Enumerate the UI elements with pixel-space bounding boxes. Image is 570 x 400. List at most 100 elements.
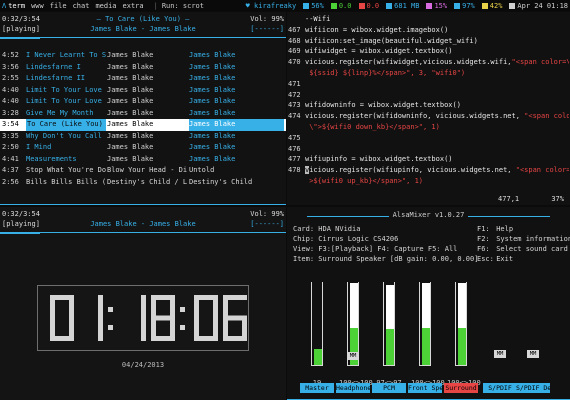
now-playing-row: 0:32/3:54 — To Care (Like You) — Vol: 99… <box>0 15 286 25</box>
playlist-row[interactable]: 2:56Bills Bills Bills (RefDestiny's Chil… <box>0 177 286 189</box>
channel-label[interactable]: Master <box>300 383 334 393</box>
playlist-row[interactable]: 3:35 Why Don't You Call Me James Blake Jame… <box>0 131 286 143</box>
playlist-row[interactable]: 4:40 Limit To Your Love James Blake James B… <box>0 96 286 108</box>
mute-indicator[interactable]: MM <box>494 350 506 358</box>
code-editor-pane[interactable]: --Wifi 467 wifiicon = wibox.widget.imagebo… <box>287 12 570 205</box>
code-line[interactable]: 469 wifiwidget = wibox.widget.textbox() <box>288 46 569 57</box>
track-name: Limit To Your Love <box>26 97 102 105</box>
playlist-row[interactable]: 2:50 I Mind James Blake James Blake <box>0 142 286 154</box>
channel-slider[interactable]: 19 <box>311 282 323 387</box>
playlist-row[interactable]: 2:55 Lindesfarne II James Blake James Blake <box>0 73 286 85</box>
code-token: ${ssid} ${linp}%</span>", 3, "wifi0") <box>305 68 466 77</box>
mixer-info-label: Chip: <box>293 235 315 243</box>
mixer-info-label: View: <box>293 245 315 253</box>
indicator-icon <box>454 2 461 9</box>
channel-label[interactable]: Front Spe <box>408 383 442 393</box>
line-number: 467 <box>288 25 301 34</box>
code-line[interactable]: 468 wifiicon:set_image(beautiful.widget_w… <box>288 36 569 47</box>
tag-media[interactable]: media <box>95 2 116 10</box>
digital-clock <box>37 285 249 351</box>
code-line[interactable]: \">${wifi0 down_kb}</span>", 1) <box>288 122 569 133</box>
code-line[interactable]: ${ssid} ${linp}%</span>", 3, "wifi0") <box>288 68 569 79</box>
track-album: Destiny's Child <box>189 177 253 186</box>
code-line[interactable]: 472 <box>288 90 569 101</box>
code-line[interactable]: 475 <box>288 133 569 144</box>
code-token: --Wifi <box>305 15 331 23</box>
digit-segment <box>141 295 146 318</box>
code-token: wifiupinfo = wibox.widget.textbox() <box>305 155 453 164</box>
code-line[interactable]: >${wifi0 up_kb}</span>", 1) <box>288 176 569 187</box>
clock-digit-wrap <box>151 295 175 341</box>
track-album: Untold <box>189 166 215 174</box>
code-token: wifiicon:set_image(beautiful.widget_wifi… <box>305 36 478 45</box>
channel-slider[interactable]: MM <box>494 282 506 378</box>
code-line[interactable]: 470 vicious.register(wifiwidget,vicious.w… <box>288 57 569 68</box>
run-prompt[interactable]: Run: scrot <box>162 2 204 10</box>
track-album: James Blake <box>189 154 236 163</box>
progress-bar[interactable] <box>0 37 286 38</box>
code-token: \">${wifi0 down_kb}</span>", 1) <box>305 122 440 131</box>
music-player-pane[interactable]: 0:32/3:54 — To Care (Like You) — Vol: 99… <box>0 12 286 205</box>
track-duration: 2:55 <box>2 74 19 82</box>
code-line[interactable]: 471 <box>288 79 569 90</box>
playlist-row[interactable]: 4:52I Never Learnt To SharJames BlakeJam… <box>0 50 286 62</box>
code-line[interactable]: 476 <box>288 144 569 155</box>
slider-track[interactable] <box>419 282 431 366</box>
tag-www[interactable]: www <box>31 2 44 10</box>
track-album: James Blake <box>189 51 236 59</box>
channel-slider[interactable]: MM <box>527 282 539 378</box>
code-line[interactable]: 467 wifiicon = wibox.widget.imagebox() <box>288 25 569 36</box>
playlist-row[interactable]: 4:37 Stop What You're DoingBlow Your Head… <box>0 165 286 177</box>
code-line[interactable]: 478 vicious.register(wifiupinfo, vicious.… <box>288 165 569 176</box>
track-album: James Blake <box>189 119 284 131</box>
channel-slider[interactable]: 100<>100 <box>447 282 481 387</box>
track-album: James Blake <box>189 62 236 71</box>
tag-term[interactable]: term <box>8 2 25 10</box>
layout-icon[interactable]: Λ <box>2 2 6 10</box>
mute-indicator[interactable]: MM <box>347 352 359 360</box>
channel-slider[interactable]: MM100<>100 <box>339 282 373 387</box>
slider-track[interactable] <box>455 282 467 366</box>
mute-indicator[interactable]: MM <box>527 350 539 358</box>
code-lines[interactable]: --Wifi 467 wifiicon = wibox.widget.imagebo… <box>288 14 569 187</box>
channel-label[interactable]: S/PDIF De <box>516 383 550 393</box>
playlist-row[interactable]: 4:41 Measurements James Blake James Blake <box>0 154 286 166</box>
channel-slider[interactable]: 100<>100 <box>411 282 445 387</box>
slider-track[interactable] <box>383 282 395 366</box>
playlist-row[interactable]: 3:54 To Care (Like You) James Blake James B… <box>0 119 286 131</box>
playlist-row[interactable]: 3:56 Lindesfarne I James Blake James Blake <box>0 62 286 74</box>
playlist-row[interactable]: 3:28 Give Me My Month James Blake James Bla… <box>0 108 286 120</box>
channel-label[interactable]: Headphone <box>336 383 370 393</box>
mixer-key: F2: <box>477 235 490 243</box>
track-artist-cell: James Blake <box>107 85 154 94</box>
mixer-key-row: Esc: Exit <box>477 254 570 264</box>
track-artist-cell: James Blake <box>107 120 154 128</box>
tag-extra[interactable]: extra <box>123 2 144 10</box>
code-line[interactable]: --Wifi <box>288 14 569 25</box>
channel-label[interactable]: Surround <box>444 383 478 393</box>
playlist-row[interactable]: 4:40 Limit To Your Love James Blake James B… <box>0 85 286 97</box>
tag-chat[interactable]: chat <box>73 2 90 10</box>
playlist[interactable]: 4:52I Never Learnt To SharJames BlakeJam… <box>0 50 286 188</box>
progress-bar-2[interactable] <box>0 232 286 233</box>
code-line[interactable]: 474 vicious.register(wifidowninfo, viciou… <box>288 111 569 122</box>
clock-pane[interactable]: 0:32/3:54 Vol: 99% [playing] James Blake… <box>0 207 286 400</box>
mixer-info: Card: HDA NVidia Chip: Cirrus Logic CS420… <box>293 224 478 264</box>
slider-track[interactable] <box>311 282 323 366</box>
alsamixer-pane[interactable]: AlsaMixer v1.0.27 Card: HDA NVidia Chip: … <box>287 207 570 400</box>
code-token: >${wifi0 up_kb}</span>", 1) <box>305 176 424 185</box>
code-line[interactable]: 473 wifidowninfo = wibox.widget.textbox() <box>288 100 569 111</box>
channel-slider[interactable]: 97<>97 <box>376 282 402 387</box>
code-line[interactable]: 477 wifiupinfo = wibox.widget.textbox() <box>288 154 569 165</box>
channel-label[interactable]: PCM <box>372 383 406 393</box>
volume-readout-2: Vol: 99% <box>250 210 284 218</box>
clock-colon <box>180 295 186 341</box>
channel-label[interactable]: S/PDIF <box>483 383 517 393</box>
mixer-key: F6: <box>477 245 490 253</box>
code-token: vicious.register(wifidowninfo, vicious.w… <box>305 112 525 121</box>
mixer-key: Esc: <box>477 255 494 263</box>
track-name: Lindesfarne I <box>26 62 81 71</box>
tag-file[interactable]: file <box>50 2 67 10</box>
indicator-icon <box>358 2 365 9</box>
slider-peak <box>458 283 466 328</box>
